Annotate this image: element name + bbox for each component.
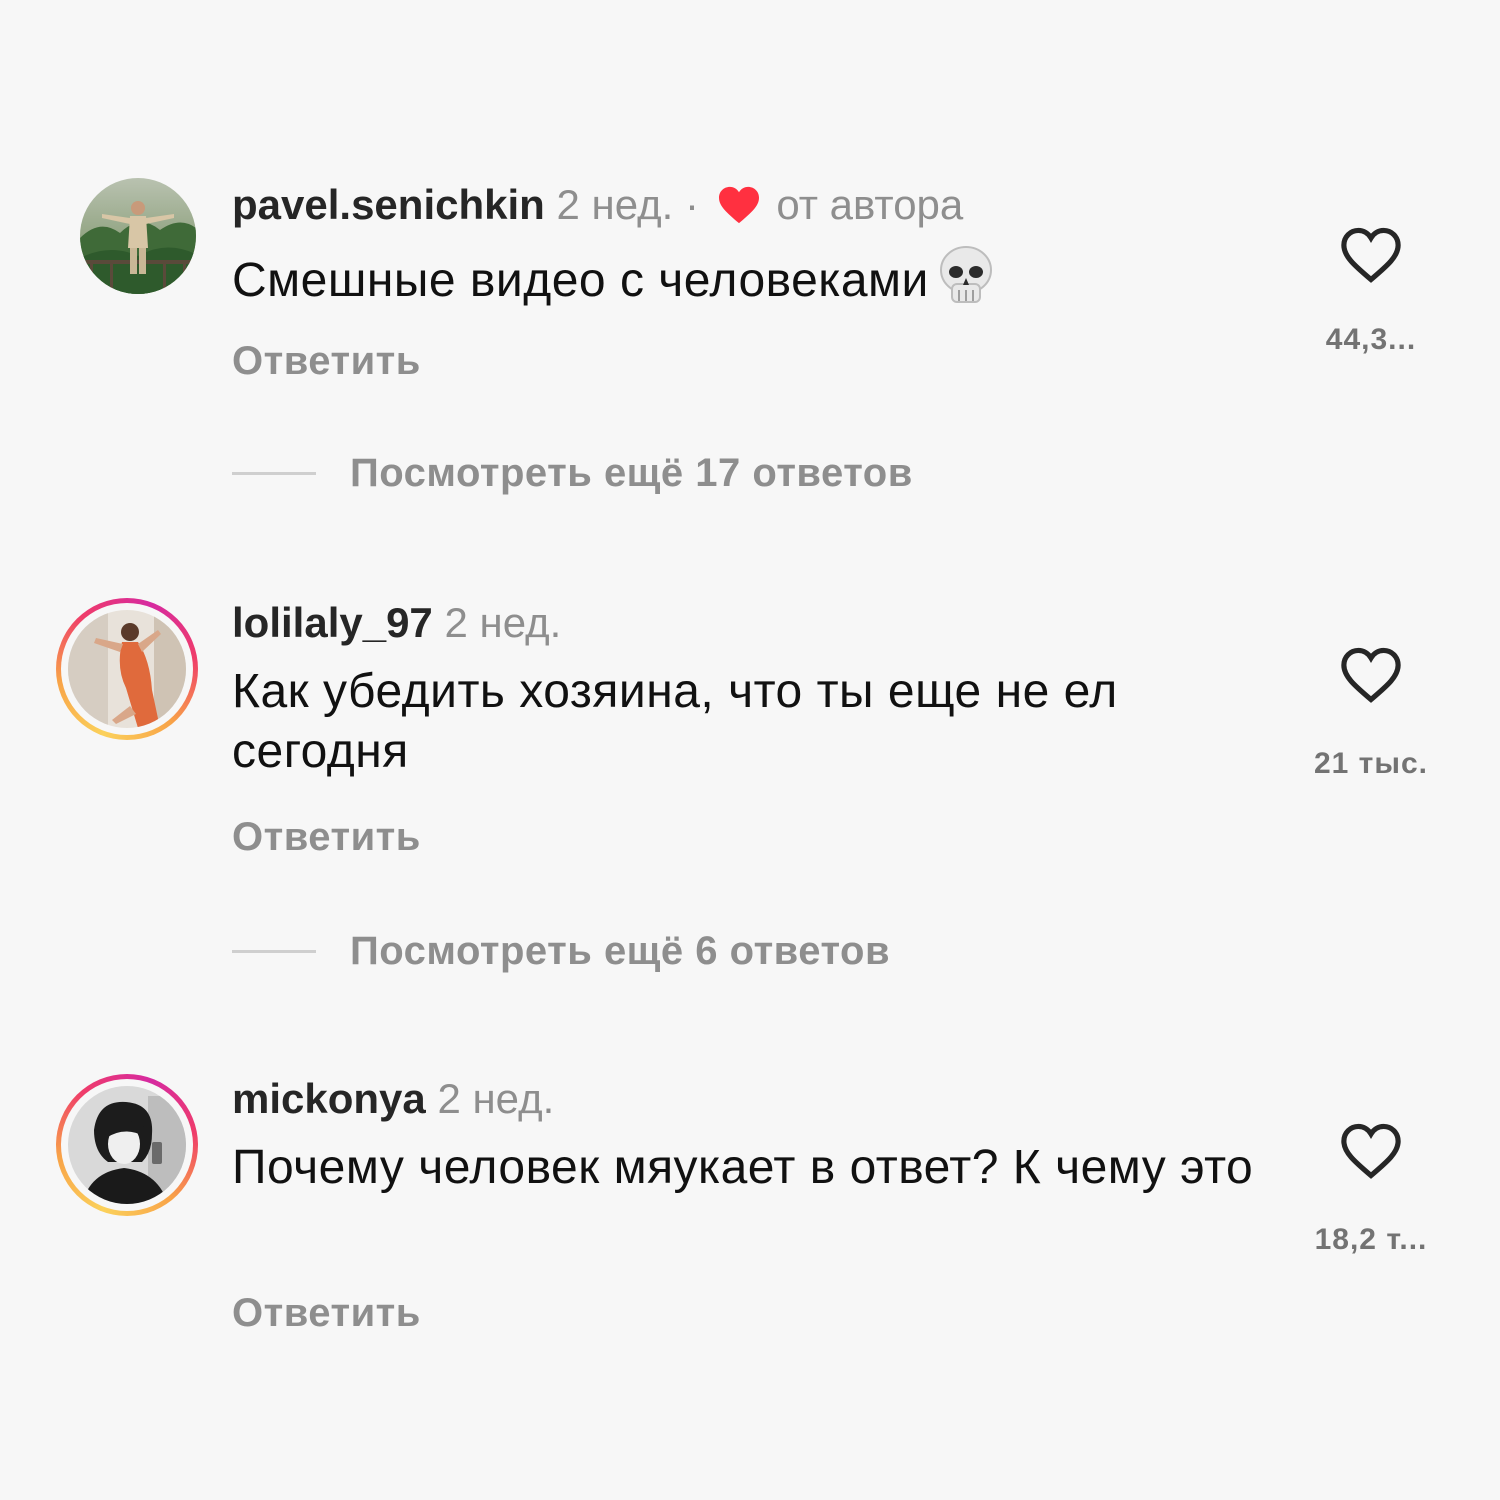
avatar-photo xyxy=(80,178,196,294)
replies-divider-line xyxy=(232,471,316,475)
view-more-replies-label: Посмотреть ещё 17 ответов xyxy=(350,450,913,495)
comment-header: lolilaly_97 2 нед. xyxy=(232,598,561,648)
skull-icon xyxy=(937,244,995,321)
comment-text-block: Смешные видео с человеками xyxy=(232,244,1292,321)
author-liked-heart-icon xyxy=(717,185,761,236)
avatar xyxy=(68,1086,186,1204)
like-count: 18,2 т... xyxy=(1314,1223,1428,1256)
comment-text: Смешные видео с человеками xyxy=(232,254,929,307)
like-heart-icon[interactable] xyxy=(1340,226,1402,289)
comments-list: pavel.senichkin 2 нед. · от автора Смешн… xyxy=(0,0,1500,1500)
avatar-photo xyxy=(68,610,186,728)
replies-divider-line xyxy=(232,949,316,953)
comment-time: 2 нед. xyxy=(437,1075,555,1122)
author-like-label: от автора xyxy=(776,181,964,228)
avatar-story-ring[interactable] xyxy=(56,1074,198,1216)
comment-header: pavel.senichkin 2 нед. · от автора xyxy=(232,180,963,236)
like-heart-icon[interactable] xyxy=(1340,646,1402,709)
comment-header: mickonya 2 нед. xyxy=(232,1074,554,1124)
comment-time: 2 нед. xyxy=(444,599,562,646)
avatar-story-ring[interactable] xyxy=(56,598,198,740)
separator: · xyxy=(685,181,699,228)
username[interactable]: mickonya xyxy=(232,1075,426,1122)
comment-text: Почему человек мяукает в ответ? К чему э… xyxy=(232,1141,1254,1194)
avatar xyxy=(68,610,186,728)
like-count: 44,3... xyxy=(1325,323,1417,356)
reply-button[interactable]: Ответить xyxy=(232,1288,421,1338)
username[interactable]: pavel.senichkin xyxy=(232,181,545,228)
like-heart-icon[interactable] xyxy=(1340,1122,1402,1185)
reply-button[interactable]: Ответить xyxy=(232,336,421,386)
reply-button[interactable]: Ответить xyxy=(232,812,421,862)
username[interactable]: lolilaly_97 xyxy=(232,599,433,646)
avatar-photo xyxy=(68,1086,186,1204)
comment-time: 2 нед. xyxy=(556,181,674,228)
like-count: 21 тыс. xyxy=(1313,747,1429,780)
avatar[interactable] xyxy=(80,178,196,294)
comment-text: Как убедить хозяина, что ты еще не ел се… xyxy=(232,665,1118,778)
view-more-replies-button[interactable]: Посмотреть ещё 6 ответов xyxy=(232,926,890,976)
view-more-replies-button[interactable]: Посмотреть ещё 17 ответов xyxy=(232,448,913,498)
view-more-replies-label: Посмотреть ещё 6 ответов xyxy=(350,928,891,973)
